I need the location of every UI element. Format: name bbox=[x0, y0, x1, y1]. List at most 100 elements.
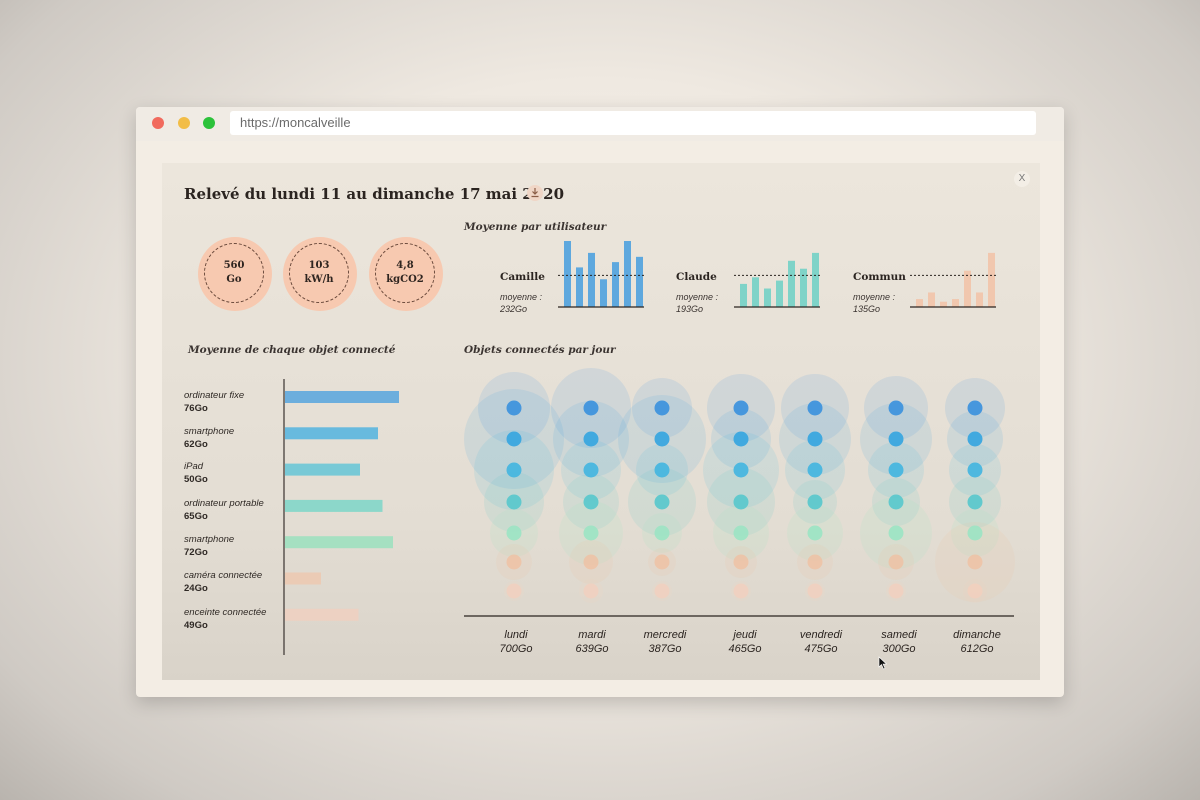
user-camille: Camille moyenne : 232Go bbox=[500, 271, 545, 315]
user-claude: Claude moyenne : 193Go bbox=[676, 271, 718, 315]
day-dot bbox=[888, 462, 904, 478]
user-chart-bar bbox=[764, 288, 771, 307]
object-item: enceinte connectée 49Go bbox=[184, 606, 284, 632]
close-panel-button[interactable]: X bbox=[1014, 171, 1030, 187]
day-dot bbox=[807, 462, 823, 478]
daily-dots-chart bbox=[464, 368, 1015, 617]
day-total: 639Go bbox=[575, 643, 609, 655]
user-average-value: 193Go bbox=[676, 304, 704, 314]
user-average: moyenne : 135Go bbox=[853, 291, 906, 315]
user-average-value: 232Go bbox=[500, 304, 528, 314]
object-bar bbox=[285, 608, 359, 621]
user-name: Commun bbox=[853, 271, 906, 283]
day-dot bbox=[654, 525, 670, 541]
download-icon[interactable] bbox=[527, 185, 543, 201]
day-label: dimanche 612Go bbox=[942, 628, 1012, 656]
user-chart-bar bbox=[776, 280, 783, 307]
user-chart-bar bbox=[952, 299, 959, 307]
object-name: iPad bbox=[184, 461, 204, 472]
day-total: 387Go bbox=[648, 643, 682, 655]
day-dot bbox=[733, 494, 749, 510]
address-bar[interactable]: https://moncalveille bbox=[230, 111, 1036, 135]
user-chart-bar bbox=[964, 270, 971, 307]
day-total: 612Go bbox=[960, 643, 994, 655]
day-dot bbox=[583, 554, 599, 570]
user-chart-bar bbox=[988, 252, 995, 307]
day-name: lundi bbox=[504, 629, 528, 641]
close-window-button[interactable] bbox=[152, 117, 164, 129]
day-name: jeudi bbox=[733, 629, 757, 641]
day-dot bbox=[654, 400, 670, 416]
kpi-carbon-unit: kgCO2 bbox=[386, 274, 424, 285]
object-name: ordinateur portable bbox=[184, 498, 264, 509]
user-chart-bar bbox=[812, 252, 819, 307]
user-chart-bar bbox=[740, 283, 747, 307]
user-average-label: moyenne : bbox=[853, 292, 896, 302]
browser-window: https://moncalveille X Relevé du lundi 1… bbox=[136, 107, 1064, 697]
user-chart-bar bbox=[576, 267, 583, 307]
object-value: 50Go bbox=[184, 474, 208, 485]
object-item: ordinateur portable 65Go bbox=[184, 497, 284, 523]
day-name: vendredi bbox=[799, 629, 843, 641]
user-chart-bar bbox=[624, 241, 631, 307]
day-dot bbox=[733, 525, 749, 541]
day-label: lundi 700Go bbox=[481, 628, 551, 656]
day-dot bbox=[583, 400, 599, 416]
day-dot bbox=[506, 462, 522, 478]
user-commun-chart bbox=[910, 252, 996, 308]
day-dot bbox=[506, 525, 522, 541]
user-chart-bar bbox=[600, 279, 607, 307]
user-commun: Commun moyenne : 135Go bbox=[853, 271, 906, 315]
day-dot bbox=[967, 583, 983, 599]
kpi-energy-unit: kW/h bbox=[304, 274, 334, 285]
day-dot bbox=[654, 583, 670, 599]
day-dot bbox=[888, 494, 904, 510]
object-item: caméra connectée 24Go bbox=[184, 569, 284, 595]
day-dot bbox=[733, 431, 749, 447]
day-dot bbox=[807, 583, 823, 599]
user-chart-bar bbox=[564, 241, 571, 307]
user-chart-bar bbox=[928, 292, 935, 307]
kpi-carbon: 4,8 kgCO2 bbox=[369, 237, 443, 311]
day-dot bbox=[807, 554, 823, 570]
user-chart-bar bbox=[940, 301, 947, 307]
day-dot bbox=[583, 431, 599, 447]
user-average-label: moyenne : bbox=[676, 292, 719, 302]
user-average: moyenne : 232Go bbox=[500, 291, 545, 315]
kpi-energy: 103 kW/h bbox=[283, 237, 357, 311]
day-label: mardi 639Go bbox=[557, 628, 627, 656]
object-value: 24Go bbox=[184, 583, 208, 594]
user-average-value: 135Go bbox=[853, 304, 881, 314]
mouse-cursor-icon bbox=[878, 656, 888, 670]
day-dot bbox=[733, 554, 749, 570]
day-dot bbox=[807, 494, 823, 510]
day-dot bbox=[654, 431, 670, 447]
day-dot bbox=[967, 462, 983, 478]
day-name: mercredi bbox=[643, 629, 687, 641]
day-dot bbox=[733, 462, 749, 478]
day-dot bbox=[888, 583, 904, 599]
page-title: Relevé du lundi 11 au dimanche 17 mai 20… bbox=[184, 185, 565, 203]
user-chart-bar bbox=[612, 262, 619, 307]
user-camille-chart bbox=[558, 241, 644, 308]
minimize-window-button[interactable] bbox=[178, 117, 190, 129]
day-name: samedi bbox=[881, 629, 917, 641]
user-name: Claude bbox=[676, 271, 717, 283]
user-chart-bar bbox=[636, 256, 643, 307]
day-dot bbox=[967, 494, 983, 510]
day-total: 300Go bbox=[882, 643, 916, 655]
user-chart-bar bbox=[800, 268, 807, 307]
object-name: caméra connectée bbox=[184, 570, 263, 581]
object-bar bbox=[285, 572, 321, 585]
maximize-window-button[interactable] bbox=[203, 117, 215, 129]
day-dot bbox=[967, 525, 983, 541]
day-dot bbox=[506, 494, 522, 510]
day-dot bbox=[807, 400, 823, 416]
days-section-title: Objets connectés par jour bbox=[464, 344, 616, 356]
day-dot bbox=[506, 583, 522, 599]
day-dot bbox=[506, 400, 522, 416]
object-item: iPad 50Go bbox=[184, 460, 284, 486]
user-average-label: moyenne : bbox=[500, 292, 543, 302]
day-dot bbox=[967, 554, 983, 570]
object-bar bbox=[285, 391, 399, 403]
